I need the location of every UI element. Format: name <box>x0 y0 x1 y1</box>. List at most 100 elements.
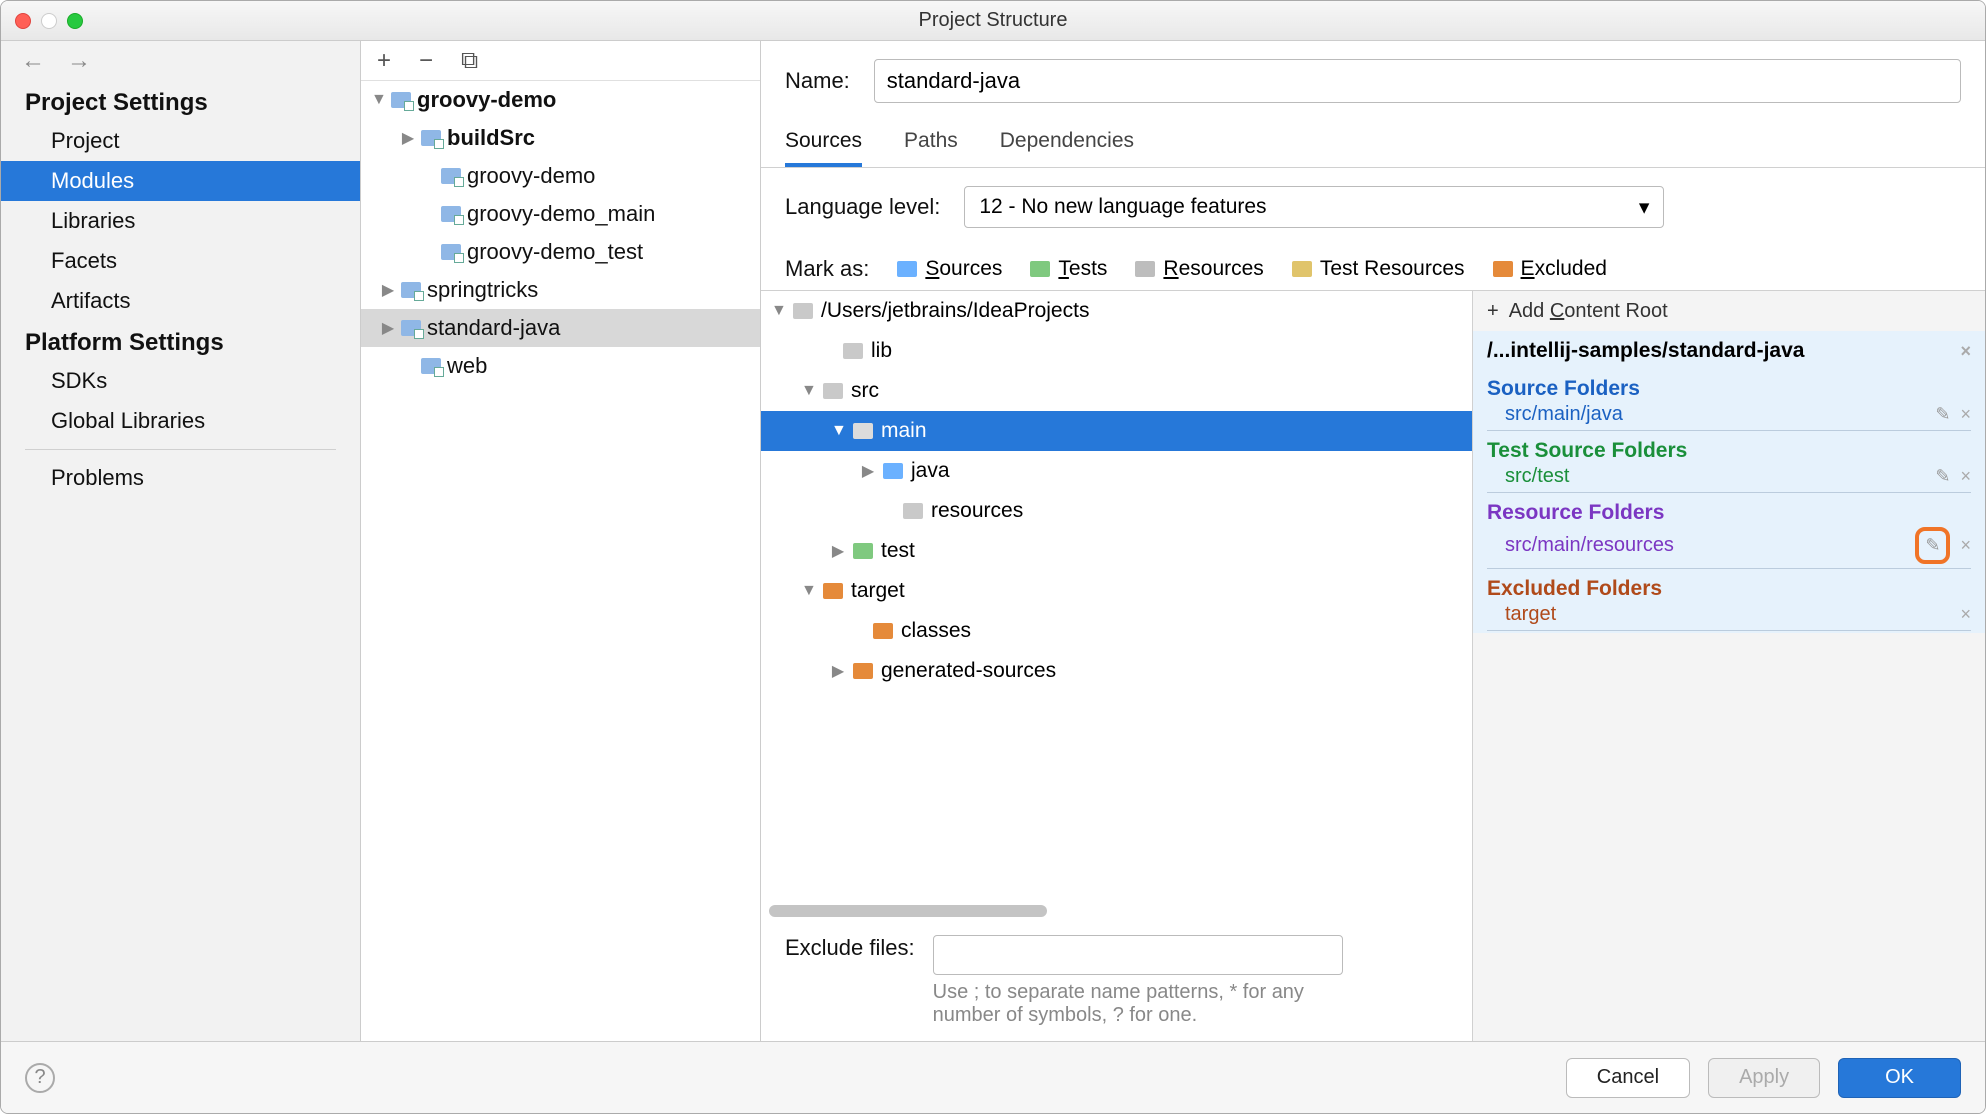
language-level-value: 12 - No new language features <box>979 195 1266 219</box>
edit-icon[interactable]: ✎ <box>1925 535 1940 556</box>
module-icon <box>441 206 461 222</box>
excluded-folder-icon <box>1493 261 1513 277</box>
window-title: Project Structure <box>919 9 1068 32</box>
sidebar-item-libraries[interactable]: Libraries <box>1 201 360 241</box>
module-row-web[interactable]: web <box>361 347 760 385</box>
language-level-select[interactable]: 12 - No new language features ▾ <box>964 186 1664 228</box>
edit-icon[interactable]: ✎ <box>1935 466 1950 486</box>
resources-folder-icon <box>1135 261 1155 277</box>
mark-excluded-button[interactable]: Excluded <box>1493 257 1607 281</box>
sidebar-item-facets[interactable]: Facets <box>1 241 360 281</box>
sidebar-item-modules[interactable]: Modules <box>1 161 360 201</box>
apply-button[interactable]: Apply <box>1708 1058 1820 1098</box>
folder-path: src/main/java <box>1505 403 1623 426</box>
sidebar-item-sdks[interactable]: SDKs <box>1 361 360 401</box>
module-row-gd-test[interactable]: groovy-demo_test <box>361 233 760 271</box>
folder-row-classes[interactable]: classes <box>761 611 1472 651</box>
content-root-panel: + Add Content Root /...intellij-samples/… <box>1472 291 1985 1041</box>
content-root-path[interactable]: /...intellij-samples/standard-java × <box>1473 331 1985 371</box>
remove-icon[interactable]: × <box>1960 466 1971 486</box>
content-root-path-label: /...intellij-samples/standard-java <box>1487 339 1804 363</box>
window-controls <box>15 13 83 29</box>
folder-row-lib[interactable]: lib <box>761 331 1472 371</box>
copy-module-icon[interactable]: ⧉ <box>461 47 478 75</box>
horizontal-scrollbar[interactable] <box>769 905 1464 917</box>
remove-content-root-icon[interactable]: × <box>1960 341 1971 362</box>
source-folder-item[interactable]: src/main/java ✎ × <box>1487 401 1971 431</box>
module-label: groovy-demo <box>417 87 556 113</box>
forward-icon[interactable]: → <box>67 47 91 75</box>
module-tree-panel: + − ⧉ ▼groovy-demo ▶buildSrc groovy-demo… <box>361 41 761 1041</box>
source-folders-header: Source Folders <box>1487 377 1971 401</box>
sidebar-item-problems[interactable]: Problems <box>1 458 360 498</box>
sidebar-item-project[interactable]: Project <box>1 121 360 161</box>
minimize-window-button[interactable] <box>41 13 57 29</box>
folder-row-target[interactable]: ▼target <box>761 571 1472 611</box>
cancel-button[interactable]: Cancel <box>1566 1058 1690 1098</box>
sidebar-nav: ← → <box>1 41 360 81</box>
remove-module-icon[interactable]: − <box>419 47 433 75</box>
module-row-standard-java[interactable]: ▶standard-java <box>361 309 760 347</box>
folder-row-resources[interactable]: resources <box>761 491 1472 531</box>
excluded-folder-item[interactable]: target × <box>1487 601 1971 631</box>
chevron-down-icon: ▾ <box>1639 195 1650 220</box>
add-module-icon[interactable]: + <box>377 47 391 75</box>
edit-icon[interactable]: ✎ <box>1935 404 1950 424</box>
mark-tests-button[interactable]: Tests <box>1030 257 1107 281</box>
module-icon <box>421 130 441 146</box>
excluded-folders-header: Excluded Folders <box>1487 577 1971 601</box>
dialog-body: ← → Project Settings Project Modules Lib… <box>1 41 1985 1041</box>
module-list: ▼groovy-demo ▶buildSrc groovy-demo groov… <box>361 81 760 1041</box>
tab-dependencies[interactable]: Dependencies <box>1000 121 1134 167</box>
resource-folder-item[interactable]: src/main/resources ✎ × <box>1487 525 1971 569</box>
mark-resources-button[interactable]: Resources <box>1135 257 1263 281</box>
folder-row-generated[interactable]: ▶generated-sources <box>761 651 1472 691</box>
test-resources-folder-icon <box>1292 261 1312 277</box>
folder-row-main[interactable]: ▼main <box>761 411 1472 451</box>
folder-row-root[interactable]: ▼/Users/jetbrains/IdeaProjects <box>761 291 1472 331</box>
remove-icon[interactable]: × <box>1960 535 1971 555</box>
close-window-button[interactable] <box>15 13 31 29</box>
excluded-folders-block: Excluded Folders target × <box>1473 571 1985 633</box>
dialog-footer: ? Cancel Apply OK <box>1 1041 1985 1113</box>
module-tabs: Sources Paths Dependencies <box>761 121 1985 168</box>
folder-row-src[interactable]: ▼src <box>761 371 1472 411</box>
back-icon[interactable]: ← <box>21 47 45 75</box>
module-row-springtricks[interactable]: ▶springtricks <box>361 271 760 309</box>
sidebar-item-artifacts[interactable]: Artifacts <box>1 281 360 321</box>
module-name-input[interactable] <box>874 59 1961 103</box>
remove-icon[interactable]: × <box>1960 604 1971 624</box>
excluded-folder-icon <box>853 663 873 679</box>
module-row-gd[interactable]: groovy-demo <box>361 157 760 195</box>
module-detail-panel: Name: Sources Paths Dependencies Languag… <box>761 41 1985 1041</box>
folder-label: src <box>851 379 879 403</box>
mark-sources-button[interactable]: Sources <box>897 257 1002 281</box>
add-content-root-button[interactable]: + Add Content Root <box>1473 291 1985 331</box>
mark-as-label: Mark as: <box>785 256 869 282</box>
test-folder-item[interactable]: src/test ✎× <box>1487 463 1971 493</box>
folder-row-test[interactable]: ▶test <box>761 531 1472 571</box>
module-icon <box>401 282 421 298</box>
folder-row-java[interactable]: ▶java <box>761 451 1472 491</box>
module-row-buildsrc[interactable]: ▶buildSrc <box>361 119 760 157</box>
titlebar: Project Structure <box>1 1 1985 41</box>
resource-folder-icon <box>903 503 923 519</box>
module-row-groovy-demo[interactable]: ▼groovy-demo <box>361 81 760 119</box>
folder-label: lib <box>871 339 892 363</box>
sidebar-item-global-libraries[interactable]: Global Libraries <box>1 401 360 441</box>
folder-path: src/main/resources <box>1505 534 1674 557</box>
mark-test-resources-button[interactable]: Test Resources <box>1292 257 1465 281</box>
remove-icon[interactable]: × <box>1960 404 1971 424</box>
help-button[interactable]: ? <box>25 1063 55 1093</box>
sources-folder-icon <box>897 261 917 277</box>
edit-highlight: ✎ <box>1915 527 1950 564</box>
module-icon <box>441 244 461 260</box>
zoom-window-button[interactable] <box>67 13 83 29</box>
tab-paths[interactable]: Paths <box>904 121 958 167</box>
tab-sources[interactable]: Sources <box>785 121 862 167</box>
ok-button[interactable]: OK <box>1838 1058 1961 1098</box>
exclude-files-input[interactable] <box>933 935 1343 975</box>
project-settings-header: Project Settings <box>1 81 360 121</box>
module-row-gd-main[interactable]: groovy-demo_main <box>361 195 760 233</box>
folder-path: target <box>1505 603 1556 626</box>
